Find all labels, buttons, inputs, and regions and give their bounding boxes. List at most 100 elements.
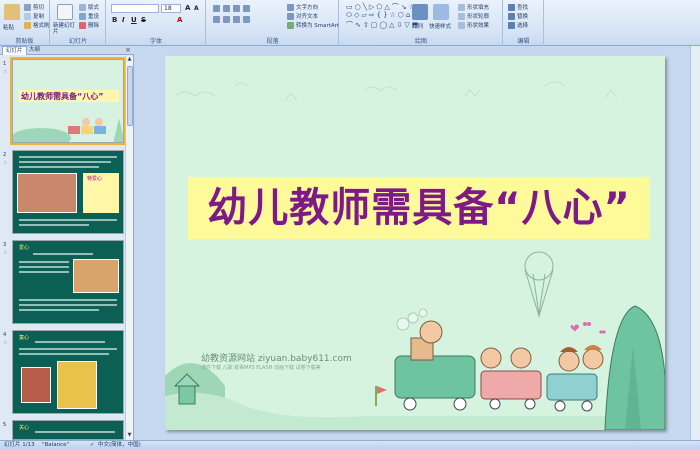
slide-number: 2 bbox=[3, 152, 7, 158]
tab-slides[interactable]: 幻灯片 bbox=[2, 46, 27, 55]
layout-button[interactable]: 版式 bbox=[79, 3, 99, 11]
ribbon: 粘贴 剪切 复制 格式刷 剪贴板 新建幻灯片 版式 重设 删除 幻灯片 18 A… bbox=[0, 0, 700, 46]
scroll-down-icon[interactable]: ▼ bbox=[126, 432, 133, 440]
bold-button[interactable]: B bbox=[112, 16, 117, 24]
align-left-icon[interactable] bbox=[213, 16, 220, 23]
slide-thumb-4[interactable]: 4 ☆ 童心 bbox=[3, 330, 125, 418]
slide-number: 3 bbox=[3, 242, 7, 248]
increase-indent-icon[interactable] bbox=[243, 5, 250, 12]
slide-thumbnail[interactable]: 特爱心 bbox=[12, 150, 124, 234]
paste-icon[interactable] bbox=[4, 4, 20, 20]
editor-scrollbar[interactable] bbox=[690, 46, 700, 440]
thumb-photo bbox=[21, 367, 51, 403]
align-center-icon[interactable] bbox=[223, 16, 230, 23]
thumb-photo bbox=[57, 361, 97, 409]
font-color-button[interactable]: A bbox=[177, 16, 182, 24]
reset-button[interactable]: 重设 bbox=[79, 12, 99, 20]
justify-icon[interactable] bbox=[243, 16, 250, 23]
arrange-button[interactable]: 排列 bbox=[412, 22, 423, 30]
text-direction-button[interactable]: 文字方向 bbox=[287, 3, 318, 11]
fill-icon bbox=[458, 3, 465, 11]
animation-icon: ☆ bbox=[3, 160, 8, 166]
underline-button[interactable]: U bbox=[131, 16, 137, 24]
delete-slide-button[interactable]: 删除 bbox=[79, 21, 99, 29]
quick-styles-icon[interactable] bbox=[433, 4, 449, 20]
language[interactable]: 中文(简体，中国) bbox=[98, 441, 141, 449]
paste-button[interactable]: 粘贴 bbox=[3, 23, 14, 31]
align-right-icon[interactable] bbox=[233, 16, 240, 23]
copy-button[interactable]: 复制 bbox=[24, 12, 44, 20]
thumb-illustration bbox=[13, 118, 123, 142]
slide-number: 5 bbox=[3, 422, 7, 428]
shape-outline-button[interactable]: 形状轮廓 bbox=[458, 12, 489, 20]
delete-icon bbox=[79, 21, 86, 29]
tab-outline[interactable]: 大纲 bbox=[26, 46, 43, 55]
select-button[interactable]: 选择 bbox=[508, 21, 528, 29]
shape-fill-button[interactable]: 形状填充 bbox=[458, 3, 489, 11]
animation-icon: ☆ bbox=[3, 340, 8, 346]
slide-title[interactable]: 幼儿教师需具备“八心” bbox=[188, 177, 650, 239]
shapes-gallery-row3[interactable]: ⌒∿⇧▢◯△⇩▽⬒ bbox=[346, 20, 420, 30]
title-placeholder[interactable]: 幼儿教师需具备“八心” bbox=[188, 177, 650, 239]
align-text-icon bbox=[287, 12, 294, 20]
current-slide[interactable]: 幼儿教师需具备“八心” 幼教资源网站 ziyuan.baby611.com 课件… bbox=[165, 56, 665, 430]
clipboard-group: 粘贴 剪切 复制 格式刷 剪贴板 bbox=[0, 0, 50, 46]
theme-name: "Balance" bbox=[42, 442, 69, 448]
bullets-icon[interactable] bbox=[213, 5, 220, 12]
animation-icon: ☆ bbox=[3, 250, 8, 256]
arrange-icon[interactable] bbox=[412, 4, 428, 20]
slides-group-label: 幻灯片 bbox=[68, 38, 87, 45]
quick-styles-button[interactable]: 快速样式 bbox=[429, 22, 451, 30]
layout-icon bbox=[79, 3, 86, 11]
copy-icon bbox=[24, 12, 31, 20]
spelling-icon[interactable]: ✓ bbox=[90, 441, 95, 449]
slide-thumbnail[interactable]: 幼儿教师需具备“八心” bbox=[10, 57, 126, 145]
font-size-combo[interactable]: 18 bbox=[161, 4, 181, 13]
font-group-label: 字体 bbox=[149, 38, 162, 45]
grow-font-button[interactable]: A bbox=[185, 4, 190, 12]
replace-button[interactable]: 替换 bbox=[508, 12, 528, 20]
panel-tabs: 幻灯片 大纲 × bbox=[0, 46, 134, 55]
slide-thumb-1[interactable]: 1 ☆ 幼儿教师需具备“八心” bbox=[3, 57, 126, 147]
new-slide-button[interactable]: 新建幻灯片 bbox=[53, 23, 79, 35]
shape-effects-button[interactable]: 形状效果 bbox=[458, 21, 489, 29]
select-arrow-icon bbox=[508, 21, 515, 29]
slides-panel: 幻灯片 大纲 × 1 ☆ 幼儿教师需具备“八心” 2 ☆ 特爱心 3 ☆ 爱心 … bbox=[0, 46, 134, 440]
binoculars-icon bbox=[508, 3, 515, 11]
replace-icon bbox=[508, 12, 515, 20]
new-slide-icon[interactable] bbox=[57, 4, 73, 20]
outline-icon bbox=[458, 12, 465, 20]
slide-position: 幻灯片 1/13 bbox=[4, 442, 35, 448]
thumb-label: 爱心 bbox=[19, 245, 30, 251]
numbering-icon[interactable] bbox=[223, 5, 230, 12]
thumb-label: 童心 bbox=[19, 335, 30, 341]
slides-group: 新建幻灯片 版式 重设 删除 幻灯片 bbox=[51, 0, 106, 46]
strikethrough-button[interactable]: S bbox=[141, 16, 146, 24]
slide-thumb-2[interactable]: 2 ☆ 特爱心 bbox=[3, 150, 125, 238]
slide-thumbnail[interactable]: 童心 bbox=[12, 330, 124, 414]
font-name-combo[interactable] bbox=[111, 4, 159, 13]
align-text-button[interactable]: 对齐文本 bbox=[287, 12, 318, 20]
scroll-up-icon[interactable]: ▲ bbox=[126, 56, 133, 64]
cut-button[interactable]: 剪切 bbox=[24, 3, 44, 11]
slide-thumbnail[interactable]: 爱心 bbox=[12, 240, 124, 324]
panel-scrollbar[interactable]: ▲ ▼ bbox=[125, 56, 133, 440]
shrink-font-button[interactable]: A bbox=[194, 5, 199, 12]
italic-button[interactable]: I bbox=[122, 16, 125, 24]
slide-thumb-3[interactable]: 3 ☆ 爱心 bbox=[3, 240, 125, 328]
slide-thumb-5[interactable]: 5 关心 bbox=[3, 420, 125, 440]
reset-icon bbox=[79, 12, 86, 20]
slide-number: 4 bbox=[3, 332, 7, 338]
website-description: 课件下载 儿歌 故事MP3 FLASH 动画下载 试卷下载等 bbox=[201, 365, 321, 371]
paragraph-group: 文字方向 对齐文本 转换为 SmartArt 段落 bbox=[207, 0, 339, 46]
shapes-gallery-row2[interactable]: ⬭◇▱⇨{}☆⬡⌂ bbox=[346, 11, 412, 20]
format-painter-button[interactable]: 格式刷 bbox=[24, 21, 50, 29]
paragraph-group-label: 段落 bbox=[266, 38, 279, 45]
scroll-thumb[interactable] bbox=[127, 66, 133, 126]
close-icon[interactable]: × bbox=[125, 46, 131, 55]
thumb-photo bbox=[73, 259, 119, 293]
find-button[interactable]: 查找 bbox=[508, 3, 528, 11]
decrease-indent-icon[interactable] bbox=[233, 5, 240, 12]
smartart-button[interactable]: 转换为 SmartArt bbox=[287, 21, 339, 29]
slide-thumbnail[interactable]: 关心 bbox=[12, 420, 124, 440]
